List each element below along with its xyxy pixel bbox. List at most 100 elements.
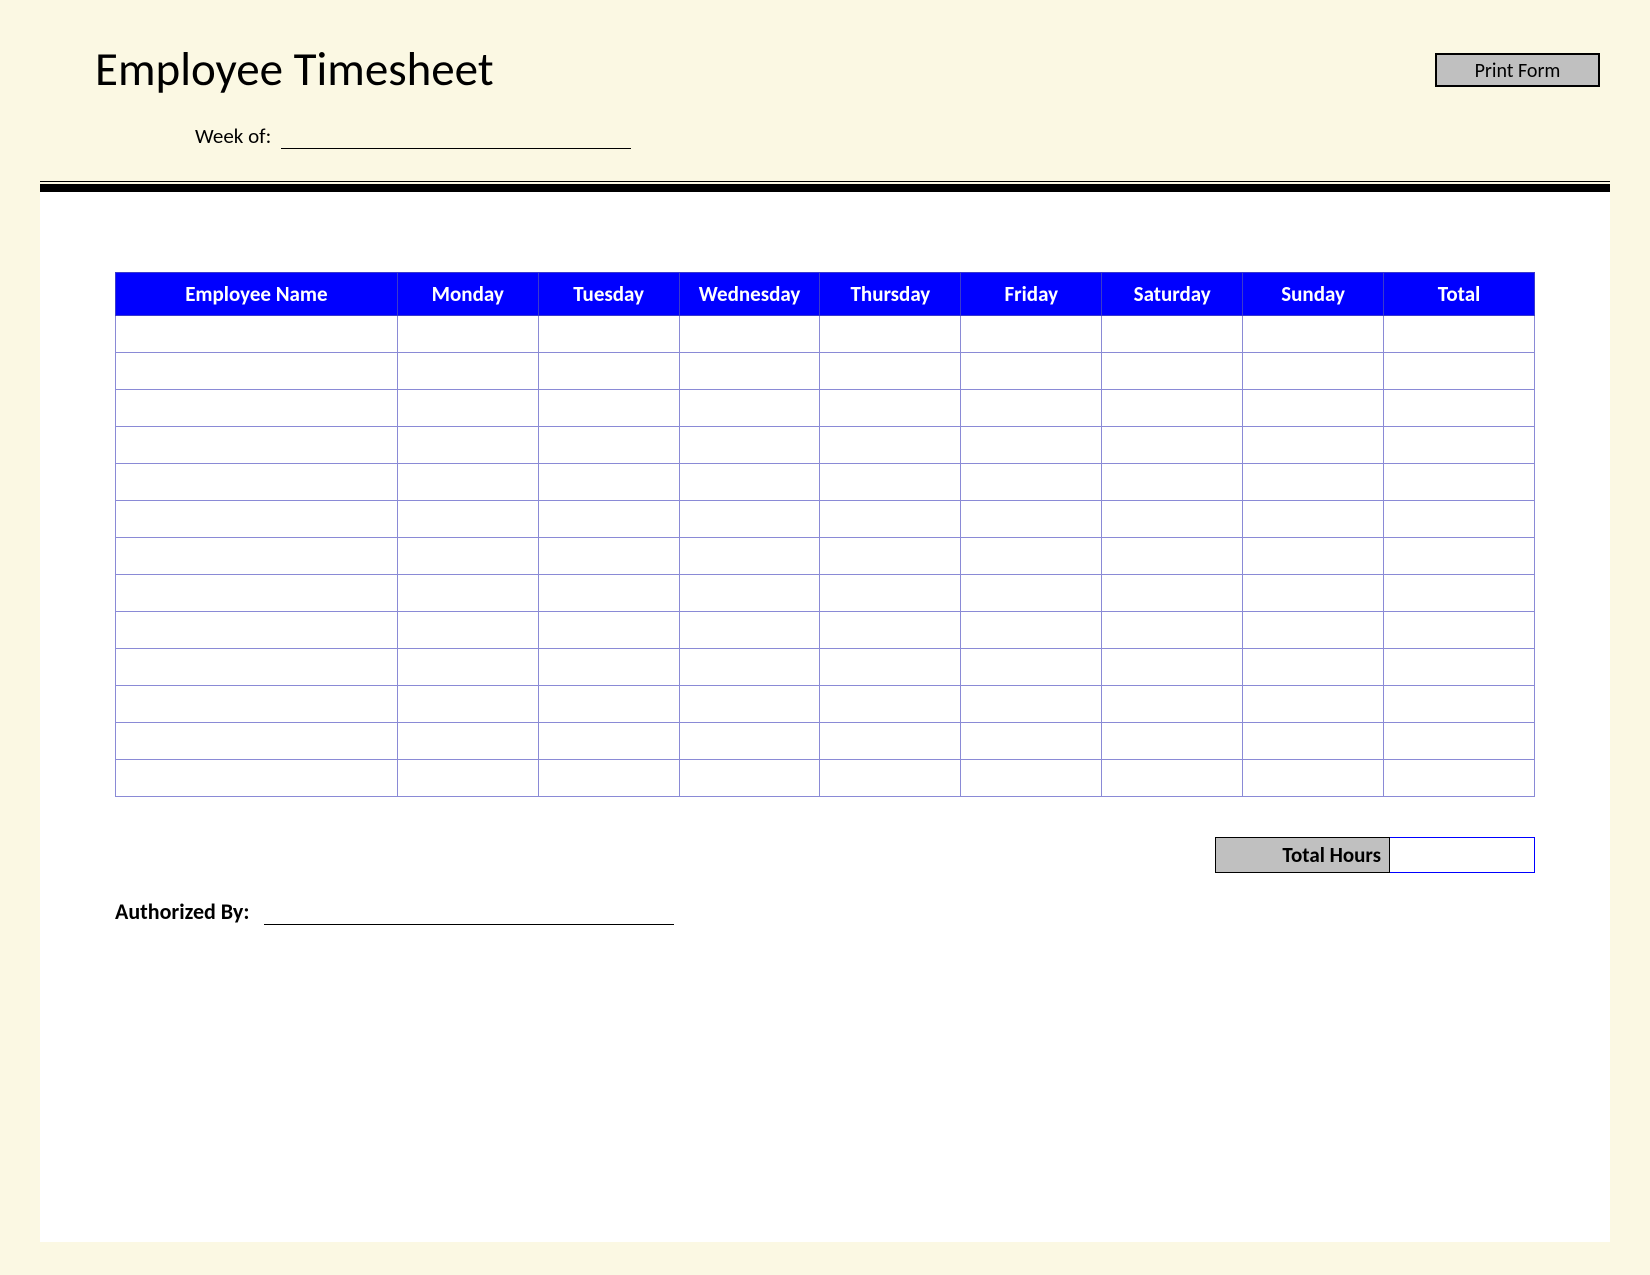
cell-input[interactable] bbox=[1243, 353, 1383, 389]
cell-input[interactable] bbox=[820, 723, 960, 759]
cell-input[interactable] bbox=[1243, 501, 1383, 537]
cell-input[interactable] bbox=[680, 316, 820, 352]
cell-input[interactable] bbox=[1102, 723, 1242, 759]
cell-input[interactable] bbox=[539, 316, 679, 352]
cell-input[interactable] bbox=[820, 760, 960, 796]
cell-input[interactable] bbox=[820, 464, 960, 500]
cell-input[interactable] bbox=[539, 464, 679, 500]
cell-input[interactable] bbox=[1384, 575, 1534, 611]
cell-input[interactable] bbox=[820, 649, 960, 685]
cell-input[interactable] bbox=[398, 316, 538, 352]
cell-input[interactable] bbox=[116, 612, 397, 648]
cell-input[interactable] bbox=[1384, 316, 1534, 352]
cell-input[interactable] bbox=[1243, 575, 1383, 611]
cell-input[interactable] bbox=[961, 464, 1101, 500]
cell-input[interactable] bbox=[1102, 427, 1242, 463]
cell-input[interactable] bbox=[539, 686, 679, 722]
cell-input[interactable] bbox=[961, 390, 1101, 426]
cell-input[interactable] bbox=[116, 316, 397, 352]
cell-input[interactable] bbox=[116, 686, 397, 722]
cell-input[interactable] bbox=[820, 538, 960, 574]
cell-input[interactable] bbox=[1384, 723, 1534, 759]
cell-input[interactable] bbox=[1384, 353, 1534, 389]
cell-input[interactable] bbox=[1384, 649, 1534, 685]
cell-input[interactable] bbox=[116, 390, 397, 426]
cell-input[interactable] bbox=[680, 353, 820, 389]
cell-input[interactable] bbox=[680, 723, 820, 759]
cell-input[interactable] bbox=[1243, 723, 1383, 759]
cell-input[interactable] bbox=[539, 353, 679, 389]
cell-input[interactable] bbox=[398, 649, 538, 685]
cell-input[interactable] bbox=[539, 723, 679, 759]
cell-input[interactable] bbox=[961, 353, 1101, 389]
cell-input[interactable] bbox=[1102, 649, 1242, 685]
cell-input[interactable] bbox=[1102, 612, 1242, 648]
cell-input[interactable] bbox=[680, 575, 820, 611]
cell-input[interactable] bbox=[1102, 316, 1242, 352]
cell-input[interactable] bbox=[398, 723, 538, 759]
cell-input[interactable] bbox=[961, 723, 1101, 759]
cell-input[interactable] bbox=[398, 427, 538, 463]
cell-input[interactable] bbox=[116, 760, 397, 796]
cell-input[interactable] bbox=[680, 538, 820, 574]
cell-input[interactable] bbox=[961, 538, 1101, 574]
cell-input[interactable] bbox=[820, 501, 960, 537]
cell-input[interactable] bbox=[1243, 612, 1383, 648]
cell-input[interactable] bbox=[680, 649, 820, 685]
cell-input[interactable] bbox=[820, 353, 960, 389]
cell-input[interactable] bbox=[680, 390, 820, 426]
cell-input[interactable] bbox=[961, 649, 1101, 685]
cell-input[interactable] bbox=[1384, 612, 1534, 648]
cell-input[interactable] bbox=[398, 612, 538, 648]
cell-input[interactable] bbox=[116, 464, 397, 500]
cell-input[interactable] bbox=[398, 575, 538, 611]
cell-input[interactable] bbox=[1102, 760, 1242, 796]
cell-input[interactable] bbox=[398, 353, 538, 389]
cell-input[interactable] bbox=[1243, 686, 1383, 722]
total-hours-input[interactable] bbox=[1390, 837, 1535, 873]
cell-input[interactable] bbox=[116, 538, 397, 574]
cell-input[interactable] bbox=[116, 501, 397, 537]
cell-input[interactable] bbox=[1384, 686, 1534, 722]
print-button[interactable]: Print Form bbox=[1435, 53, 1600, 87]
cell-input[interactable] bbox=[1384, 760, 1534, 796]
cell-input[interactable] bbox=[398, 390, 538, 426]
cell-input[interactable] bbox=[539, 538, 679, 574]
authorized-by-input[interactable] bbox=[264, 899, 674, 925]
cell-input[interactable] bbox=[1102, 501, 1242, 537]
cell-input[interactable] bbox=[961, 501, 1101, 537]
cell-input[interactable] bbox=[820, 686, 960, 722]
cell-input[interactable] bbox=[961, 316, 1101, 352]
cell-input[interactable] bbox=[1102, 575, 1242, 611]
cell-input[interactable] bbox=[116, 575, 397, 611]
cell-input[interactable] bbox=[398, 501, 538, 537]
cell-input[interactable] bbox=[539, 427, 679, 463]
cell-input[interactable] bbox=[680, 464, 820, 500]
cell-input[interactable] bbox=[1102, 353, 1242, 389]
cell-input[interactable] bbox=[961, 612, 1101, 648]
cell-input[interactable] bbox=[1243, 464, 1383, 500]
cell-input[interactable] bbox=[820, 427, 960, 463]
cell-input[interactable] bbox=[680, 686, 820, 722]
cell-input[interactable] bbox=[398, 464, 538, 500]
cell-input[interactable] bbox=[1243, 390, 1383, 426]
week-of-input[interactable] bbox=[281, 125, 631, 149]
cell-input[interactable] bbox=[1243, 649, 1383, 685]
cell-input[interactable] bbox=[539, 760, 679, 796]
cell-input[interactable] bbox=[539, 390, 679, 426]
cell-input[interactable] bbox=[539, 649, 679, 685]
cell-input[interactable] bbox=[961, 575, 1101, 611]
cell-input[interactable] bbox=[1243, 316, 1383, 352]
cell-input[interactable] bbox=[820, 390, 960, 426]
cell-input[interactable] bbox=[680, 760, 820, 796]
cell-input[interactable] bbox=[116, 353, 397, 389]
cell-input[interactable] bbox=[961, 686, 1101, 722]
cell-input[interactable] bbox=[1243, 427, 1383, 463]
cell-input[interactable] bbox=[820, 612, 960, 648]
cell-input[interactable] bbox=[680, 427, 820, 463]
cell-input[interactable] bbox=[1384, 538, 1534, 574]
cell-input[interactable] bbox=[398, 686, 538, 722]
cell-input[interactable] bbox=[1384, 427, 1534, 463]
cell-input[interactable] bbox=[398, 538, 538, 574]
cell-input[interactable] bbox=[1102, 686, 1242, 722]
